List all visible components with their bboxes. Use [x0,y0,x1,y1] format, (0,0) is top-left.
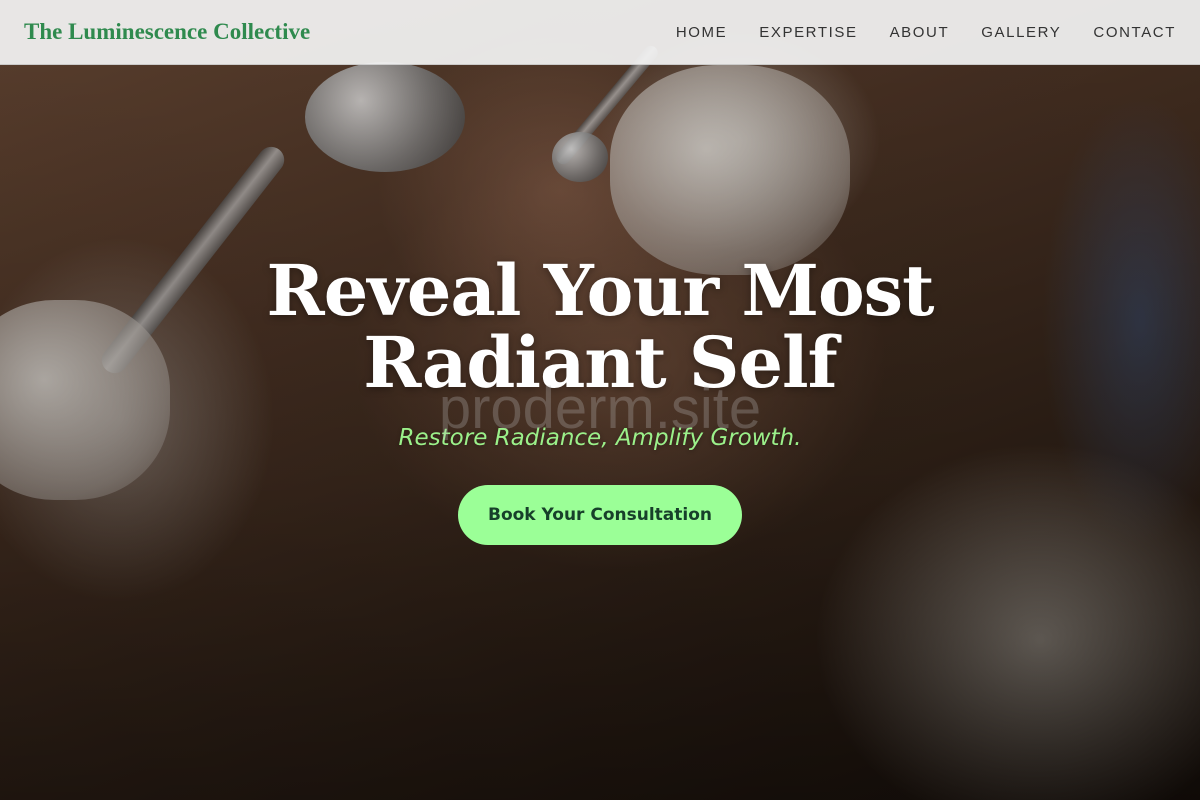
nav-home[interactable]: HOME [676,24,727,41]
gloved-hand-right [610,65,850,275]
treatment-tool-tip [552,132,608,182]
hero-headline: Reveal Your Most Radiant Self [266,249,935,404]
nav-expertise[interactable]: EXPERTISE [759,24,857,41]
site-logo[interactable]: The Luminescence Collective [24,19,310,45]
treatment-tool-head [305,62,465,172]
hero-content: proderm.site Reveal Your Most Radiant Se… [0,255,1200,545]
hero-tagline: Restore Radiance, Amplify Growth. [398,425,802,451]
main-nav: HOME EXPERTISE ABOUT GALLERY CONTACT [676,24,1176,41]
book-consultation-button[interactable]: Book Your Consultation [458,485,742,545]
site-header: The Luminescence Collective HOME EXPERTI… [0,0,1200,65]
nav-gallery[interactable]: GALLERY [981,24,1061,41]
nav-about[interactable]: ABOUT [890,24,950,41]
nav-contact[interactable]: CONTACT [1093,24,1176,41]
